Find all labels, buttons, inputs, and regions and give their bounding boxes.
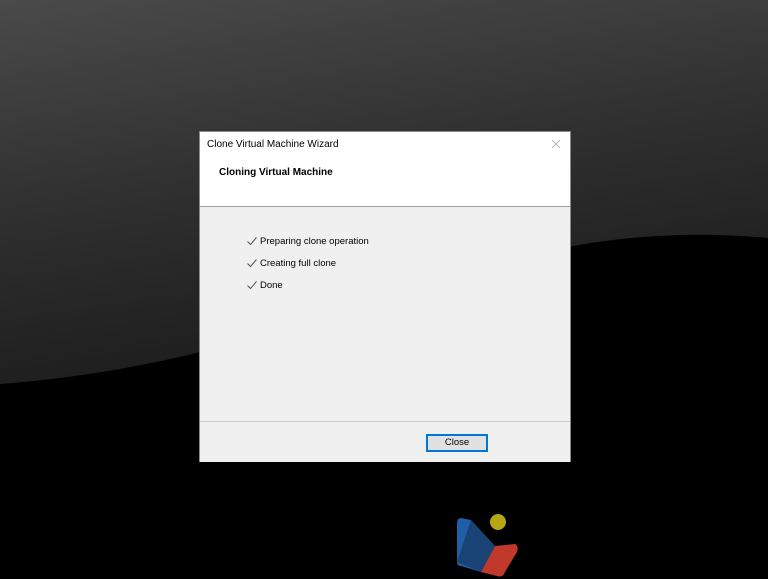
check-icon	[247, 237, 257, 246]
wizard-header: Cloning Virtual Machine	[200, 158, 570, 207]
dialog-titlebar: Clone Virtual Machine Wizard	[200, 132, 570, 158]
dialog-title: Clone Virtual Machine Wizard	[207, 139, 339, 150]
clone-wizard-dialog: Clone Virtual Machine Wizard Cloning Vir…	[200, 132, 570, 462]
wizard-step-title: Cloning Virtual Machine	[219, 167, 333, 178]
step-label: Preparing clone operation	[260, 235, 369, 247]
step-label: Creating full clone	[260, 257, 337, 269]
step-label: Done	[260, 279, 283, 291]
brand-logo-icon	[457, 514, 518, 577]
list-item: Done	[246, 274, 369, 296]
list-item: Creating full clone	[246, 252, 369, 274]
clone-steps-list: Preparing clone operation Creating full …	[246, 230, 369, 296]
close-icon[interactable]	[548, 136, 564, 152]
wizard-content: Preparing clone operation Creating full …	[200, 207, 570, 421]
close-button[interactable]: Close	[426, 434, 488, 452]
list-item: Preparing clone operation	[246, 230, 369, 252]
check-icon	[247, 281, 257, 290]
desktop: Clone Virtual Machine Wizard Cloning Vir…	[0, 0, 768, 579]
wizard-footer: Close	[200, 421, 570, 462]
check-icon	[247, 259, 257, 268]
